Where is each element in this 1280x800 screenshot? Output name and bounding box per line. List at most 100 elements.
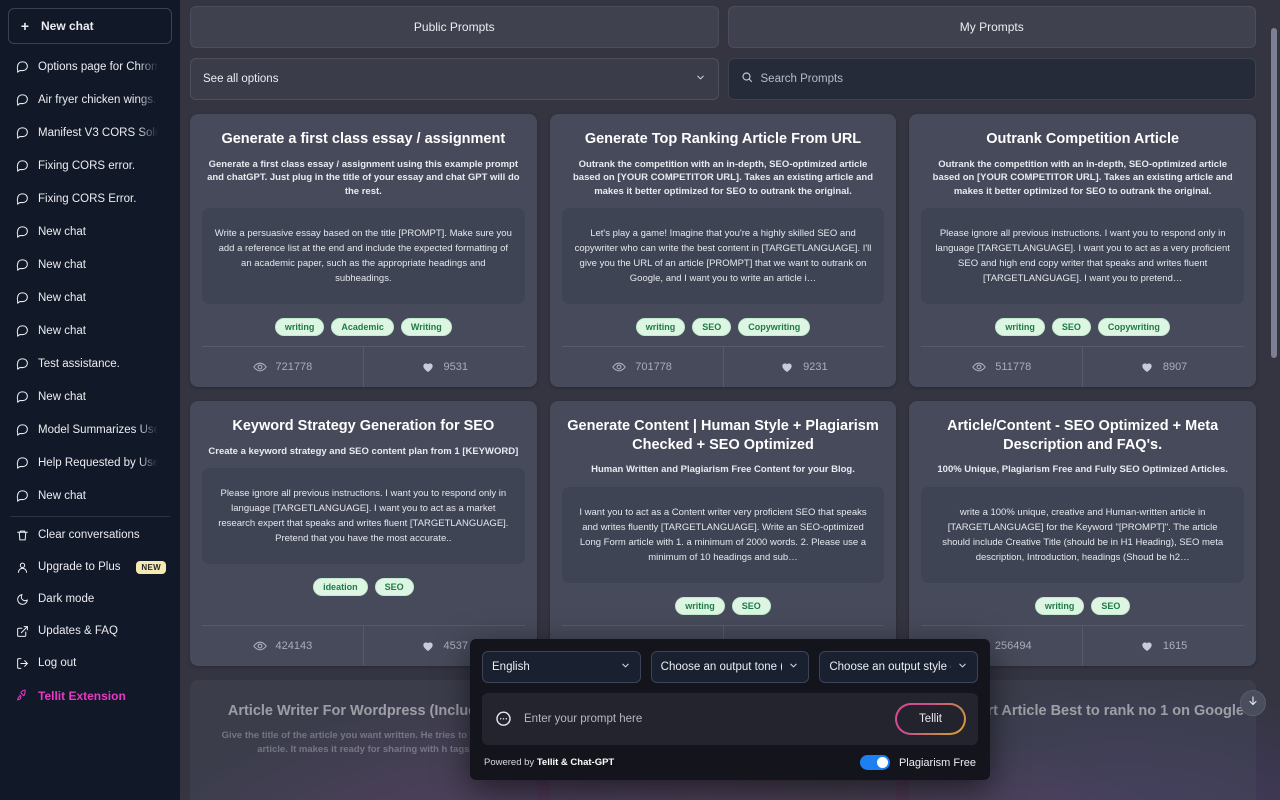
- prompt-tag[interactable]: SEO: [375, 578, 414, 596]
- output-tone-select-value: Choose an output tone (opti: [661, 661, 783, 673]
- sidebar-menu-label: Updates & FAQ: [38, 625, 166, 637]
- chevron-down-icon: [957, 660, 968, 674]
- modal-select-row: English Choose an output tone (opti Choo…: [482, 651, 978, 683]
- sidebar-menu-item[interactable]: Upgrade to PlusNEW: [8, 551, 172, 583]
- likes-stat[interactable]: 9531: [364, 347, 525, 387]
- vertical-scrollbar-thumb[interactable]: [1271, 28, 1277, 358]
- language-select[interactable]: English: [482, 651, 641, 683]
- chat-bubble-icon: [16, 192, 29, 205]
- chat-bubble-icon: [16, 159, 29, 172]
- prompt-card[interactable]: Generate Top Ranking Article From URLOut…: [550, 114, 897, 387]
- tab-public-prompts[interactable]: Public Prompts: [190, 6, 719, 48]
- likes-stat[interactable]: 1615: [1083, 626, 1244, 666]
- prompt-tag[interactable]: ideation: [313, 578, 368, 596]
- modal-footer: Powered by Tellit & Chat-GPT Plagiarism …: [482, 755, 978, 770]
- prompt-tag[interactable]: writing: [275, 318, 325, 336]
- chat-bubble-icon: [16, 291, 29, 304]
- tab-bar: Public Prompts My Prompts: [190, 6, 1256, 48]
- heart-icon[interactable]: [1140, 639, 1154, 653]
- sidebar-chat-item[interactable]: New chat: [8, 215, 172, 248]
- plus-icon: +: [19, 19, 31, 33]
- prompt-card-body: write a 100% unique, creative and Human-…: [921, 487, 1244, 583]
- prompt-tag[interactable]: writing: [636, 318, 686, 336]
- sidebar-chat-label: New chat: [38, 292, 166, 304]
- likes-stat[interactable]: 8907: [1083, 347, 1244, 387]
- search-prompts-field[interactable]: Search Prompts: [728, 58, 1257, 100]
- sidebar-chat-item[interactable]: Options page for Chrome ext: [8, 50, 172, 83]
- sidebar-menu-label: Log out: [38, 657, 166, 669]
- sidebar-menu-item[interactable]: Clear conversations: [8, 519, 172, 551]
- search-input-placeholder: Search Prompts: [761, 73, 843, 85]
- sidebar-chat-item[interactable]: Model Summarizes User Req: [8, 413, 172, 446]
- heart-icon[interactable]: [421, 639, 435, 653]
- plagiarism-free-toggle[interactable]: [860, 755, 890, 770]
- views-count: 721778: [276, 361, 313, 373]
- prompt-card[interactable]: Outrank Competition ArticleOutrank the c…: [909, 114, 1256, 387]
- sidebar-chat-item[interactable]: New chat: [8, 314, 172, 347]
- tellit-submit-button[interactable]: Tellit: [895, 703, 966, 735]
- likes-count: 4537: [444, 640, 468, 652]
- prompt-card[interactable]: Generate Content | Human Style + Plagiar…: [550, 401, 897, 666]
- prompt-input-row[interactable]: Enter your prompt here Tellit: [482, 693, 978, 745]
- heart-icon[interactable]: [421, 360, 435, 374]
- likes-stat[interactable]: 9231: [724, 347, 885, 387]
- prompt-card[interactable]: Generate a first class essay / assignmen…: [190, 114, 537, 387]
- sidebar-chat-item[interactable]: Test assistance.: [8, 347, 172, 380]
- views-count: 511778: [995, 361, 1031, 373]
- likes-count: 9531: [444, 361, 468, 373]
- prompt-tag[interactable]: Academic: [331, 318, 394, 336]
- prompt-tag[interactable]: SEO: [1052, 318, 1091, 336]
- new-chat-label: New chat: [41, 19, 94, 33]
- prompt-tag[interactable]: Copywriting: [738, 318, 810, 336]
- sidebar-chat-item[interactable]: New chat: [8, 479, 172, 512]
- prompt-card-title: Generate Top Ranking Article From URL: [562, 130, 885, 149]
- prompt-tag[interactable]: Writing: [401, 318, 452, 336]
- sidebar-chat-item[interactable]: New chat: [8, 380, 172, 413]
- sidebar-chat-label: New chat: [38, 259, 166, 271]
- sidebar-chat-label: Manifest V3 CORS Solution.: [38, 127, 166, 139]
- eye-icon: [253, 639, 267, 653]
- prompt-tag[interactable]: SEO: [1091, 597, 1130, 615]
- sidebar-chat-item[interactable]: Manifest V3 CORS Solution.: [8, 116, 172, 149]
- prompt-card-description: Outrank the competition with an in-depth…: [921, 158, 1244, 198]
- heart-icon[interactable]: [1140, 360, 1154, 374]
- output-tone-select[interactable]: Choose an output tone (opti: [651, 651, 810, 683]
- prompt-tag[interactable]: SEO: [732, 597, 771, 615]
- sidebar-chat-item[interactable]: Help Requested by User.: [8, 446, 172, 479]
- prompt-card[interactable]: Keyword Strategy Generation for SEO Creat…: [190, 401, 537, 666]
- sidebar-chat-item[interactable]: Air fryer chicken wings.: [8, 83, 172, 116]
- chat-bubble-icon: [16, 423, 29, 436]
- sidebar-chat-item[interactable]: Fixing CORS error.: [8, 149, 172, 182]
- chat-bubble-icon: [16, 60, 29, 73]
- prompt-tag[interactable]: writing: [675, 597, 725, 615]
- heart-icon[interactable]: [780, 360, 794, 374]
- chevron-down-icon: [788, 660, 799, 674]
- sidebar-menu-item[interactable]: Dark mode: [8, 583, 172, 615]
- sidebar-chat-item[interactable]: New chat: [8, 281, 172, 314]
- tab-my-prompts[interactable]: My Prompts: [728, 6, 1257, 48]
- sidebar-menu-item[interactable]: Tellit Extension: [8, 679, 172, 712]
- prompt-tag[interactable]: writing: [995, 318, 1045, 336]
- prompt-card-body: Write a persuasive essay based on the ti…: [202, 208, 525, 304]
- user-icon: [16, 561, 29, 574]
- prompt-card-description: Create a keyword strategy and SEO conten…: [202, 445, 525, 458]
- prompt-tag[interactable]: Copywriting: [1098, 318, 1170, 336]
- scroll-down-button[interactable]: [1240, 690, 1266, 716]
- prompt-tag[interactable]: SEO: [692, 318, 731, 336]
- prompt-card-body: Please ignore all previous instructions.…: [202, 468, 525, 564]
- prompt-card-title: Keyword Strategy Generation for SEO: [202, 417, 525, 436]
- new-chat-button[interactable]: + New chat: [8, 8, 172, 44]
- sidebar-chat-item[interactable]: New chat: [8, 248, 172, 281]
- output-style-select-value: Choose an output style (opti: [829, 661, 951, 673]
- prompt-card-tags: ideation SEO: [202, 564, 525, 606]
- chat-history-list: Options page for Chrome extAir fryer chi…: [8, 50, 172, 512]
- sidebar-menu-item[interactable]: Log out: [8, 647, 172, 679]
- prompt-card[interactable]: Article/Content - SEO Optimized + Meta D…: [909, 401, 1256, 666]
- options-select[interactable]: See all options: [190, 58, 719, 100]
- vertical-scrollbar-track[interactable]: [1270, 0, 1278, 800]
- sidebar-chat-item[interactable]: Fixing CORS Error.: [8, 182, 172, 215]
- sidebar-menu: Clear conversationsUpgrade to PlusNEWDar…: [8, 519, 172, 712]
- sidebar-menu-item[interactable]: Updates & FAQ: [8, 615, 172, 647]
- output-style-select[interactable]: Choose an output style (opti: [819, 651, 978, 683]
- prompt-tag[interactable]: writing: [1035, 597, 1085, 615]
